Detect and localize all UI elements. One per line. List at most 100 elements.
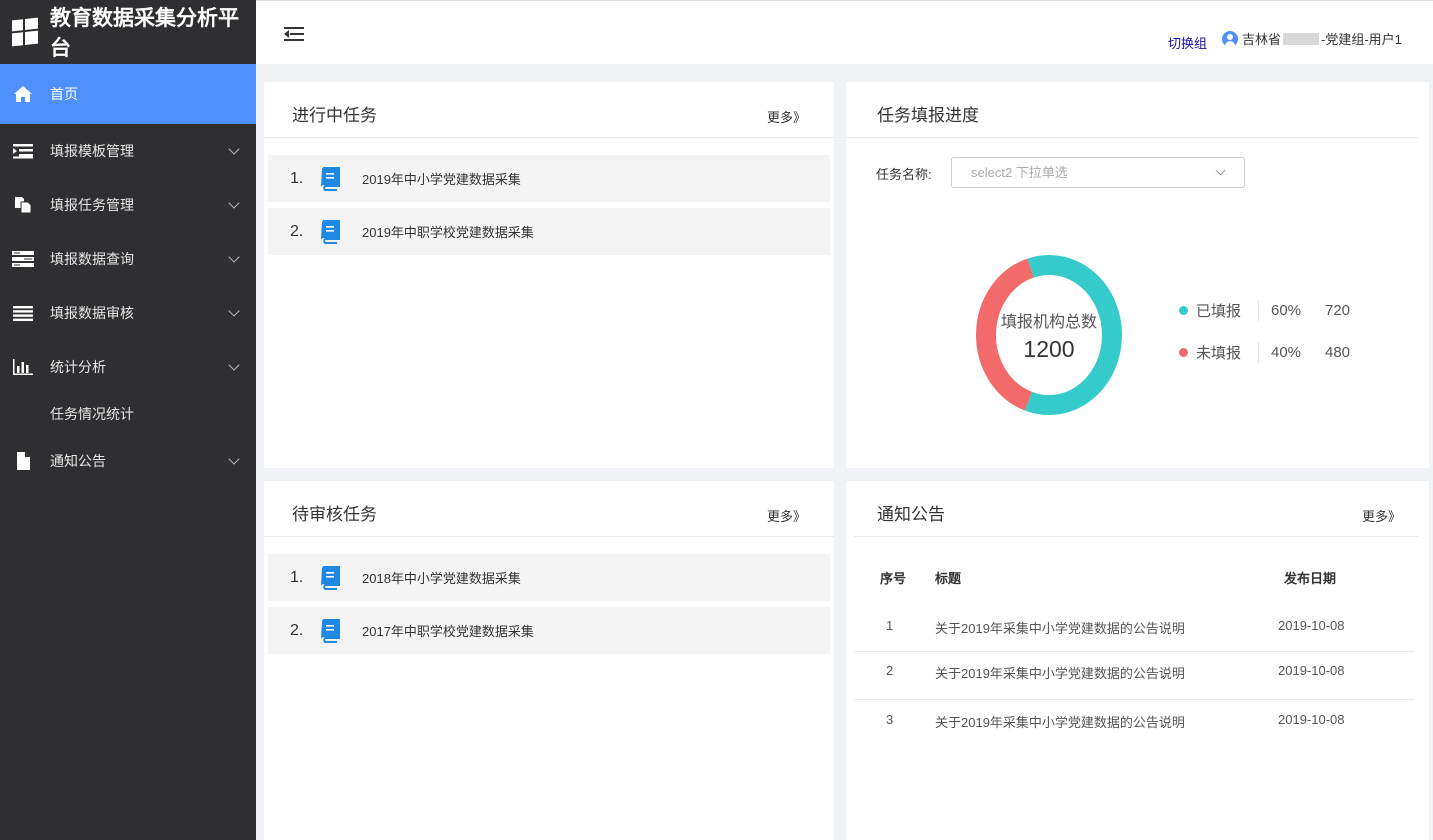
row-title: 关于2019年采集中小学党建数据的公告说明: [935, 666, 1185, 681]
legend-percent: 60%: [1271, 302, 1302, 319]
app-brand[interactable]: 教育数据采集分析平台: [0, 0, 256, 64]
bar-chart-icon: [12, 358, 34, 376]
donut-slice-0[interactable]: [1024, 255, 1122, 415]
more-link[interactable]: 更多》: [1362, 506, 1401, 525]
legend-item-unfilled: 未填报 40% 480: [1179, 342, 1350, 363]
row-number: 3: [886, 712, 894, 727]
legend-count: 480: [1325, 344, 1351, 361]
task-item[interactable]: 1. 2018年中小学党建数据采集: [268, 554, 830, 601]
row-title: 关于2019年采集中小学党建数据的公告说明: [935, 715, 1185, 730]
query-icon: [12, 250, 34, 268]
chevron-down-icon: [228, 251, 240, 263]
sidebar-item-data-query[interactable]: 填报数据查询: [0, 232, 256, 286]
user-name-suffix: -党建组-用户1: [1321, 32, 1402, 47]
select-placeholder: select2 下拉单选: [971, 165, 1068, 180]
panel-title: 待审核任务: [292, 505, 377, 524]
book-icon: [321, 565, 340, 590]
task-number: 1.: [290, 169, 304, 187]
chevron-down-icon: [228, 359, 240, 371]
sidebar-item-label: 首页: [50, 86, 78, 102]
sidebar-item-label: 填报模板管理: [50, 143, 134, 159]
sidebar-item-label: 填报数据查询: [50, 251, 134, 267]
task-number: 2.: [290, 222, 304, 240]
more-link[interactable]: 更多》: [767, 506, 806, 525]
legend-dot: [1179, 348, 1188, 357]
donut-center-label: 填报机构总数: [1000, 314, 1097, 331]
task-item[interactable]: 1. 2019年中小学党建数据采集: [268, 155, 830, 202]
panel-title: 进行中任务: [292, 106, 377, 125]
sidebar-item-label: 通知公告: [50, 453, 106, 469]
table-row[interactable]: 3 关于2019年采集中小学党建数据的公告说明 2019-10-08: [854, 700, 1414, 748]
home-icon: [12, 85, 34, 103]
column-header-date: 发布日期: [1284, 571, 1337, 586]
legend-label: 已填报: [1196, 300, 1259, 321]
chevron-down-icon: [1215, 165, 1226, 176]
sidebar-item-data-review[interactable]: 填报数据审核: [0, 286, 256, 340]
row-title: 关于2019年采集中小学党建数据的公告说明: [935, 621, 1185, 636]
chevron-down-icon: [228, 305, 240, 317]
app-title: 教育数据采集分析平台: [50, 7, 239, 60]
user-icon: [1222, 30, 1238, 47]
sidebar-item-task-management[interactable]: 填报任务管理: [0, 178, 256, 232]
book-icon: [321, 618, 340, 643]
menu-toggle-icon[interactable]: [284, 25, 306, 43]
user-name-prefix: 吉林省: [1242, 32, 1282, 47]
row-date: 2019-10-08: [1278, 712, 1345, 727]
sidebar-item-label: 填报任务管理: [50, 197, 134, 213]
windows-logo-icon: [12, 17, 38, 47]
donut-slice-1[interactable]: [976, 258, 1035, 411]
chevron-down-icon: [228, 143, 240, 155]
panel-title: 任务填报进度: [877, 106, 979, 125]
legend-percent: 40%: [1271, 344, 1302, 361]
sidebar: 教育数据采集分析平台 首页 填报模板管理 填报任务管理 填报数据查询 填报数据审…: [0, 0, 256, 840]
task-number: 2.: [290, 621, 304, 639]
column-header-title: 标题: [935, 571, 962, 586]
switch-group-link[interactable]: 切换组: [1168, 33, 1207, 52]
row-date: 2019-10-08: [1278, 618, 1345, 633]
task-item[interactable]: 2. 2019年中职学校党建数据采集: [268, 208, 830, 255]
sidebar-subitem-label: 任务情况统计: [50, 406, 134, 422]
sidebar-item-label: 填报数据审核: [50, 305, 134, 321]
row-number: 1: [886, 618, 894, 633]
task-name: 2019年中小学党建数据采集: [362, 172, 521, 187]
book-icon: [321, 166, 340, 191]
sidebar-item-home[interactable]: 首页: [0, 64, 256, 124]
copy-icon: [12, 196, 34, 214]
template-icon: [12, 142, 34, 160]
in-progress-tasks-panel: 进行中任务 更多》 1. 2019年中小学党建数据采集 2. 2019年中职学校…: [264, 82, 834, 468]
donut-center-total: 1200: [1023, 336, 1075, 362]
task-item[interactable]: 2. 2017年中职学校党建数据采集: [268, 607, 830, 654]
legend-label: 未填报: [1196, 342, 1259, 363]
row-number: 2: [886, 663, 894, 678]
redacted-mask: [1283, 32, 1320, 45]
task-number: 1.: [290, 568, 304, 586]
sidebar-item-label: 统计分析: [50, 359, 106, 375]
column-header-no: 序号: [880, 571, 907, 586]
more-link[interactable]: 更多》: [767, 107, 806, 126]
legend-dot: [1179, 306, 1188, 315]
book-icon: [321, 219, 340, 244]
donut-chart: [976, 255, 1122, 415]
task-select[interactable]: select2 下拉单选: [951, 157, 1245, 188]
task-name-label: 任务名称:: [876, 167, 932, 182]
file-icon: [12, 452, 34, 470]
table-row[interactable]: 1 关于2019年采集中小学党建数据的公告说明 2019-10-08: [854, 604, 1414, 652]
chevron-down-icon: [228, 453, 240, 465]
top-header: 切换组 吉林省 -党建组-用户1: [256, 0, 1433, 64]
user-menu[interactable]: 吉林省 -党建组-用户1: [1222, 29, 1402, 48]
task-name: 2018年中小学党建数据采集: [362, 571, 521, 586]
sidebar-subitem-task-statistics[interactable]: 任务情况统计: [0, 394, 256, 434]
progress-panel: 任务填报进度 任务名称: select2 下拉单选 填报机构总数 1200 已填…: [846, 82, 1429, 468]
notice-panel: 通知公告 更多》 序号 标题 发布日期 1 关于2019年采集中小学党建数据的公…: [846, 481, 1429, 840]
sidebar-item-template-management[interactable]: 填报模板管理: [0, 124, 256, 178]
legend-item-filled: 已填报 60% 720: [1179, 300, 1350, 321]
legend-count: 720: [1325, 302, 1351, 319]
panel-title: 通知公告: [877, 505, 945, 524]
table-row[interactable]: 2 关于2019年采集中小学党建数据的公告说明 2019-10-08: [854, 652, 1414, 700]
sidebar-item-notice[interactable]: 通知公告: [0, 434, 256, 488]
list-icon: [12, 304, 34, 322]
sidebar-item-statistics[interactable]: 统计分析: [0, 340, 256, 394]
chevron-down-icon: [228, 197, 240, 209]
task-name: 2019年中职学校党建数据采集: [362, 225, 534, 240]
row-date: 2019-10-08: [1278, 663, 1345, 678]
